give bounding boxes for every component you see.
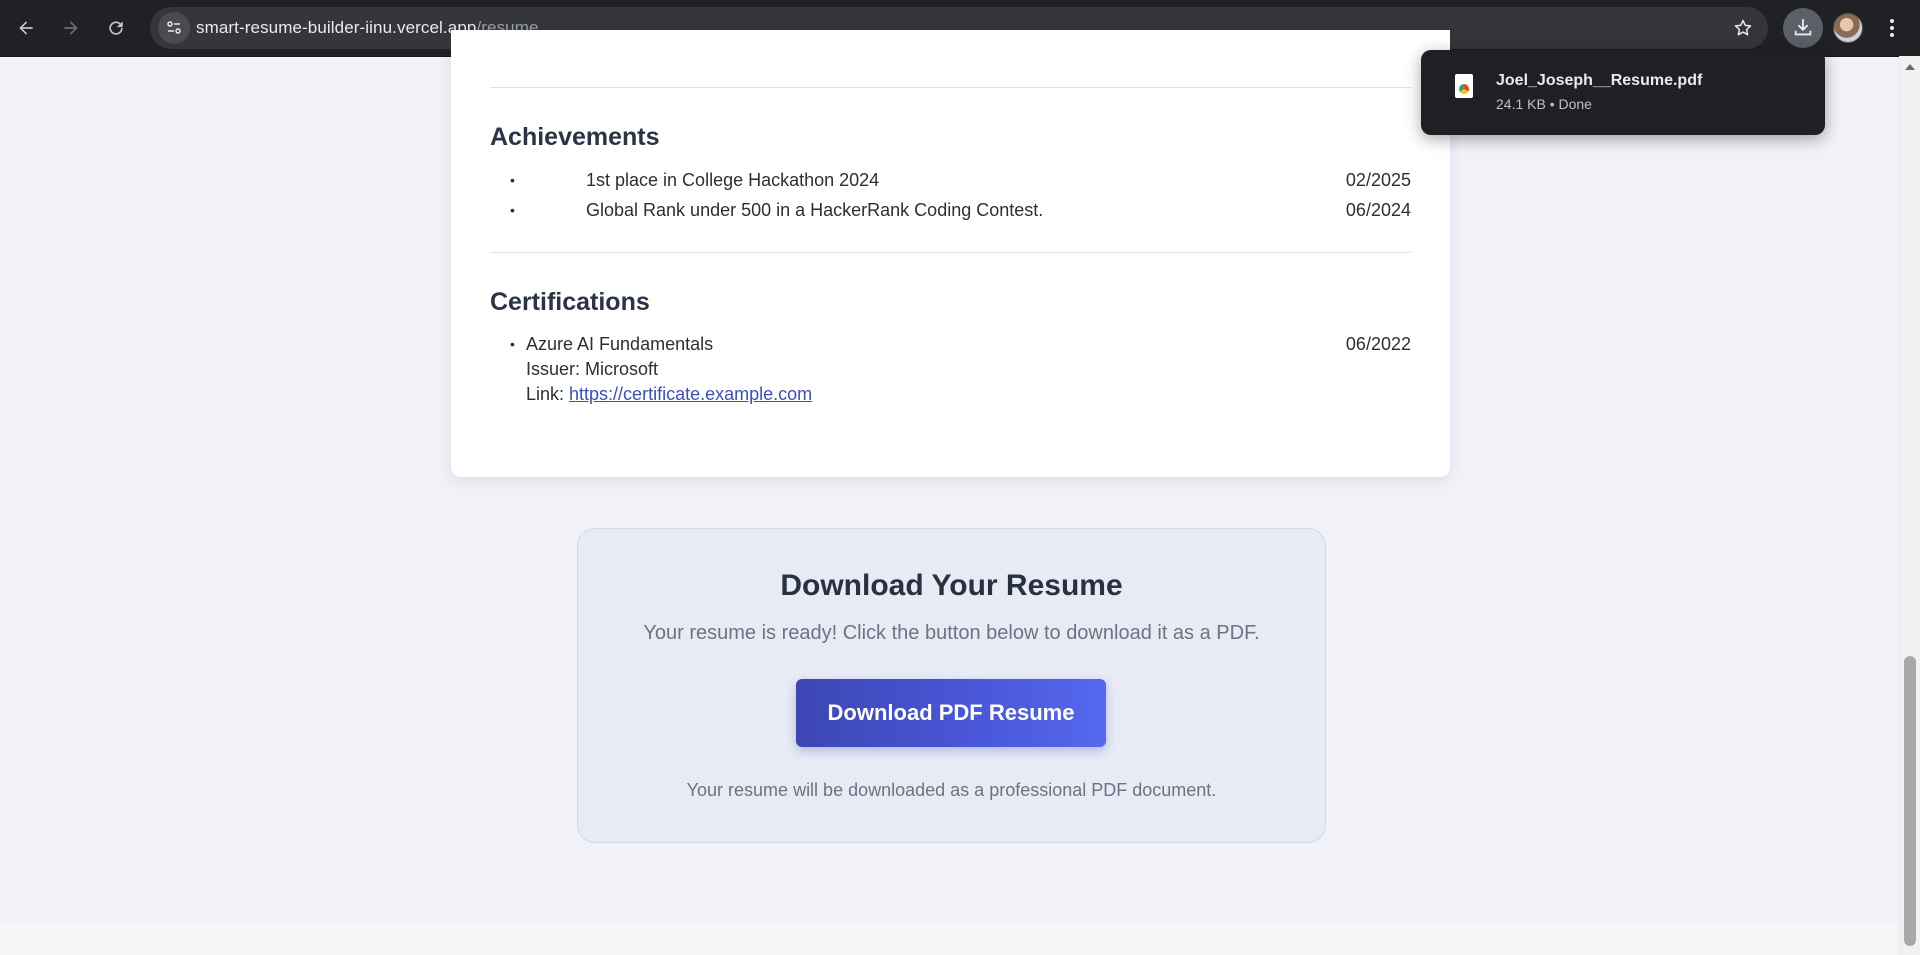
download-bubble[interactable]: Joel_Joseph__Resume.pdf 24.1 KB • Done [1421,50,1825,135]
chrome-file-icon [1455,74,1473,98]
certifications-heading: Certifications [490,288,650,316]
achievement-item: • 1st place in College Hackathon 2024 02… [490,168,1411,192]
forward-button[interactable] [51,8,91,48]
scroll-up-arrow-icon[interactable] [1905,64,1915,70]
download-panel-title: Download Your Resume [780,569,1123,602]
certification-name: Azure AI Fundamentals [526,334,714,354]
download-panel-subtitle: Your resume is ready! Click the button b… [643,622,1260,644]
section-divider [490,252,1411,253]
download-panel-note: Your resume will be downloaded as a prof… [686,780,1217,800]
site-settings-icon[interactable] [158,12,190,44]
achievements-heading: Achievements [490,123,660,151]
resume-preview-card: Achievements • 1st place in College Hack… [451,30,1450,477]
reload-button[interactable] [96,8,136,48]
achievement-date: 06/2024 [1345,200,1411,220]
achievement-text: Global Rank under 500 in a HackerRank Co… [586,200,1044,220]
scrollbar-thumb[interactable] [1904,656,1916,946]
forward-arrow-icon [64,21,78,35]
downloads-button[interactable] [1783,8,1823,48]
bullet: • [510,172,515,188]
kebab-menu-icon [1890,19,1894,37]
certification-link-label: Link: [526,384,570,404]
back-arrow-icon [19,21,33,35]
download-pdf-button[interactable]: Download PDF Resume [796,679,1106,747]
bookmark-star-icon[interactable] [1730,15,1756,41]
profile-avatar[interactable] [1833,13,1863,43]
achievement-text: 1st place in College Hackathon 2024 [586,170,880,190]
download-filename[interactable]: Joel_Joseph__Resume.pdf [1496,72,1702,90]
certification-link[interactable]: https://certificate.example.com [569,384,812,404]
download-icon [1794,18,1812,36]
bullet: • [510,202,515,218]
certification-issuer: Issuer: Microsoft [526,359,659,379]
browser-menu-button[interactable] [1876,8,1908,48]
section-divider [490,87,1411,88]
download-status: 24.1 KB • Done [1496,96,1592,112]
url-host: smart-resume-builder-iinu.vercel.app [196,18,477,37]
certification-link-line: Link: https://certificate.example.com [526,382,812,407]
download-panel: Download Your Resume Your resume is read… [577,528,1326,843]
page-footer-strip [0,922,1900,955]
back-button[interactable] [6,8,46,48]
achievement-item: • Global Rank under 500 in a HackerRank … [490,198,1411,222]
certification-date: 06/2022 [1345,334,1411,354]
reload-icon [109,21,123,35]
achievement-date: 02/2025 [1345,170,1411,190]
bullet: • [510,336,515,352]
page-scrollbar[interactable] [1899,56,1920,955]
